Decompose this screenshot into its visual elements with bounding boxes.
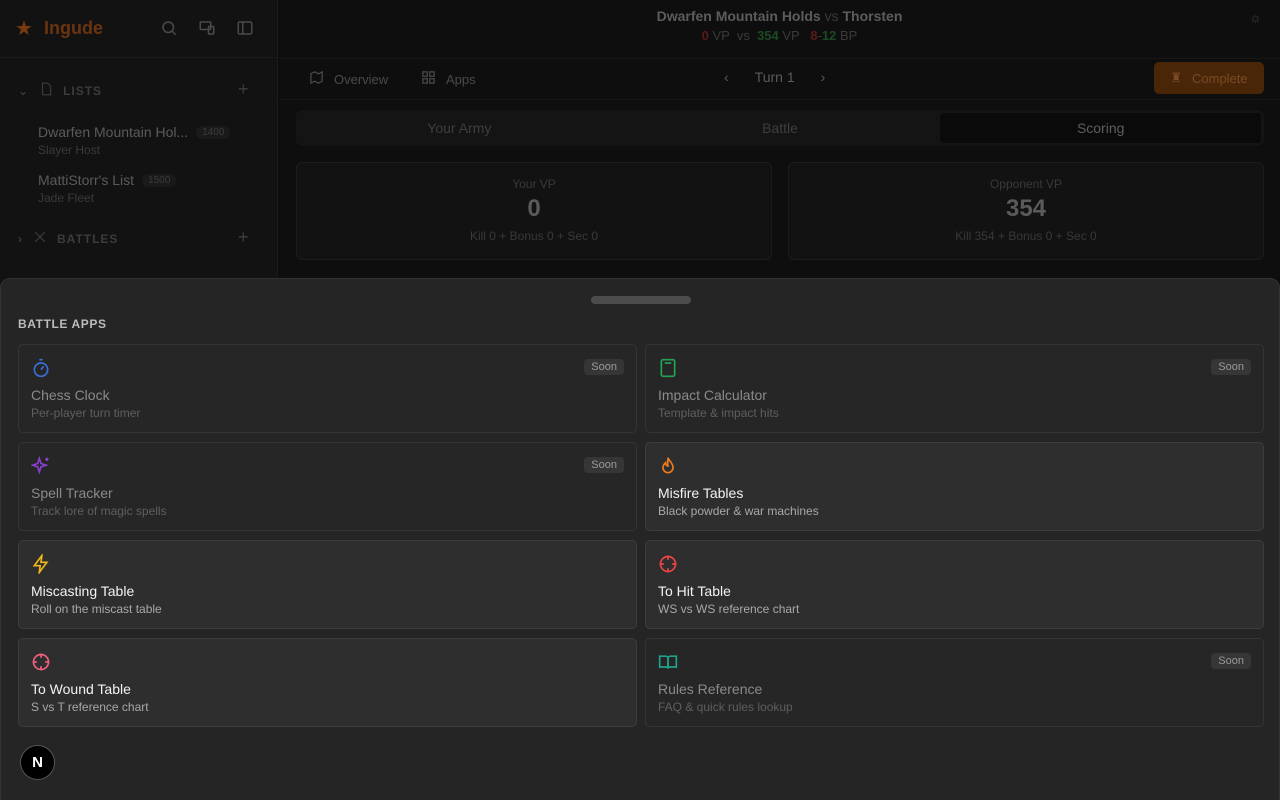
grid-icon [421,70,436,88]
sparkles-icon [30,455,51,476]
crosshair-icon [658,554,678,574]
logo-star-icon: ★ [15,18,33,40]
your-vp-card: Your VP 0 Kill 0 + Bonus 0 + Sec 0 [296,162,772,260]
points-badge: 1400 [196,125,231,139]
turn-navigator: ‹ Turn 1 › [724,69,825,85]
lightning-icon [31,552,51,576]
devices-icon[interactable] [198,19,216,37]
drag-handle[interactable] [591,296,691,304]
file-icon [39,82,53,99]
app-card-impact-calculator[interactable]: Impact Calculator Template & impact hits… [645,344,1264,433]
next-turn-icon[interactable]: › [821,69,826,85]
app-card-misfire-tables[interactable]: Misfire Tables Black powder & war machin… [645,442,1264,531]
app-card-spell-tracker[interactable]: Spell Tracker Track lore of magic spells… [18,442,637,531]
points-badge: 1500 [142,173,177,187]
app-card-chess-clock[interactable]: Chess Clock Per-player turn timer Soon [18,344,637,433]
soon-badge: Soon [1211,653,1251,669]
book-icon [658,652,678,672]
battle-apps-sheet: BATTLE APPS Chess Clock Per-player turn … [0,278,1280,800]
app-card-rules-reference[interactable]: Rules Reference FAQ & quick rules lookup… [645,638,1264,727]
soon-badge: Soon [584,359,624,375]
match-score: 0 VP vs 354 VP 8-12 BP [701,28,858,43]
prev-turn-icon[interactable]: ‹ [724,69,729,85]
dev-tools-badge[interactable]: N [20,745,55,780]
add-battle-button[interactable]: + [238,227,249,248]
crosshair-icon [31,652,51,672]
sidebar-toggle-icon[interactable] [236,19,254,37]
apps-grid: Chess Clock Per-player turn timer Soon I… [18,344,1264,727]
flame-icon [658,456,678,476]
soon-badge: Soon [1211,359,1251,375]
trophy-icon: ♜ [1170,70,1182,85]
app-card-miscasting-table[interactable]: Miscasting Table Roll on the miscast tab… [18,540,637,629]
map-icon [309,70,324,88]
app-card-to-hit-table[interactable]: To Hit Table WS vs WS reference chart [645,540,1264,629]
tab-battle[interactable]: Battle [620,113,941,143]
theme-toggle-icon[interactable]: ☼ [1249,9,1262,25]
list-item[interactable]: Dwarfen Mountain Hol... 1400 Slayer Host [38,124,231,157]
search-icon[interactable] [160,19,178,37]
turn-label: Turn 1 [754,69,795,85]
tab-your-army[interactable]: Your Army [299,113,620,143]
app-card-to-wound-table[interactable]: To Wound Table S vs T reference chart [18,638,637,727]
swords-icon [33,230,47,247]
soon-badge: Soon [584,457,624,473]
toolbar: Overview Apps ‹ Turn 1 › ♜ Complete [279,58,1280,100]
lists-section-header[interactable]: ⌄ LISTS [18,82,102,99]
apps-button[interactable]: Apps [421,70,476,88]
main-tabs: Your Army Battle Scoring [296,110,1264,146]
chevron-down-icon: ⌄ [18,83,30,98]
stopwatch-icon [31,358,51,378]
overview-button[interactable]: Overview [309,70,388,88]
calculator-icon [658,358,678,378]
app-logo-text: Ingude [44,18,103,38]
match-title: Dwarfen Mountain Holds vs Thorsten [656,8,903,24]
add-list-button[interactable]: + [238,79,249,100]
chevron-right-icon: › [18,231,23,246]
complete-button[interactable]: ♜ Complete [1154,62,1264,94]
sheet-title: BATTLE APPS [18,317,107,331]
tab-scoring[interactable]: Scoring [940,113,1262,143]
opponent-vp-card: Opponent VP 354 Kill 354 + Bonus 0 + Sec… [788,162,1264,260]
list-item[interactable]: MattiStorr's List 1500 Jade Fleet [38,172,177,205]
battles-section-header[interactable]: › BATTLES [18,230,118,247]
